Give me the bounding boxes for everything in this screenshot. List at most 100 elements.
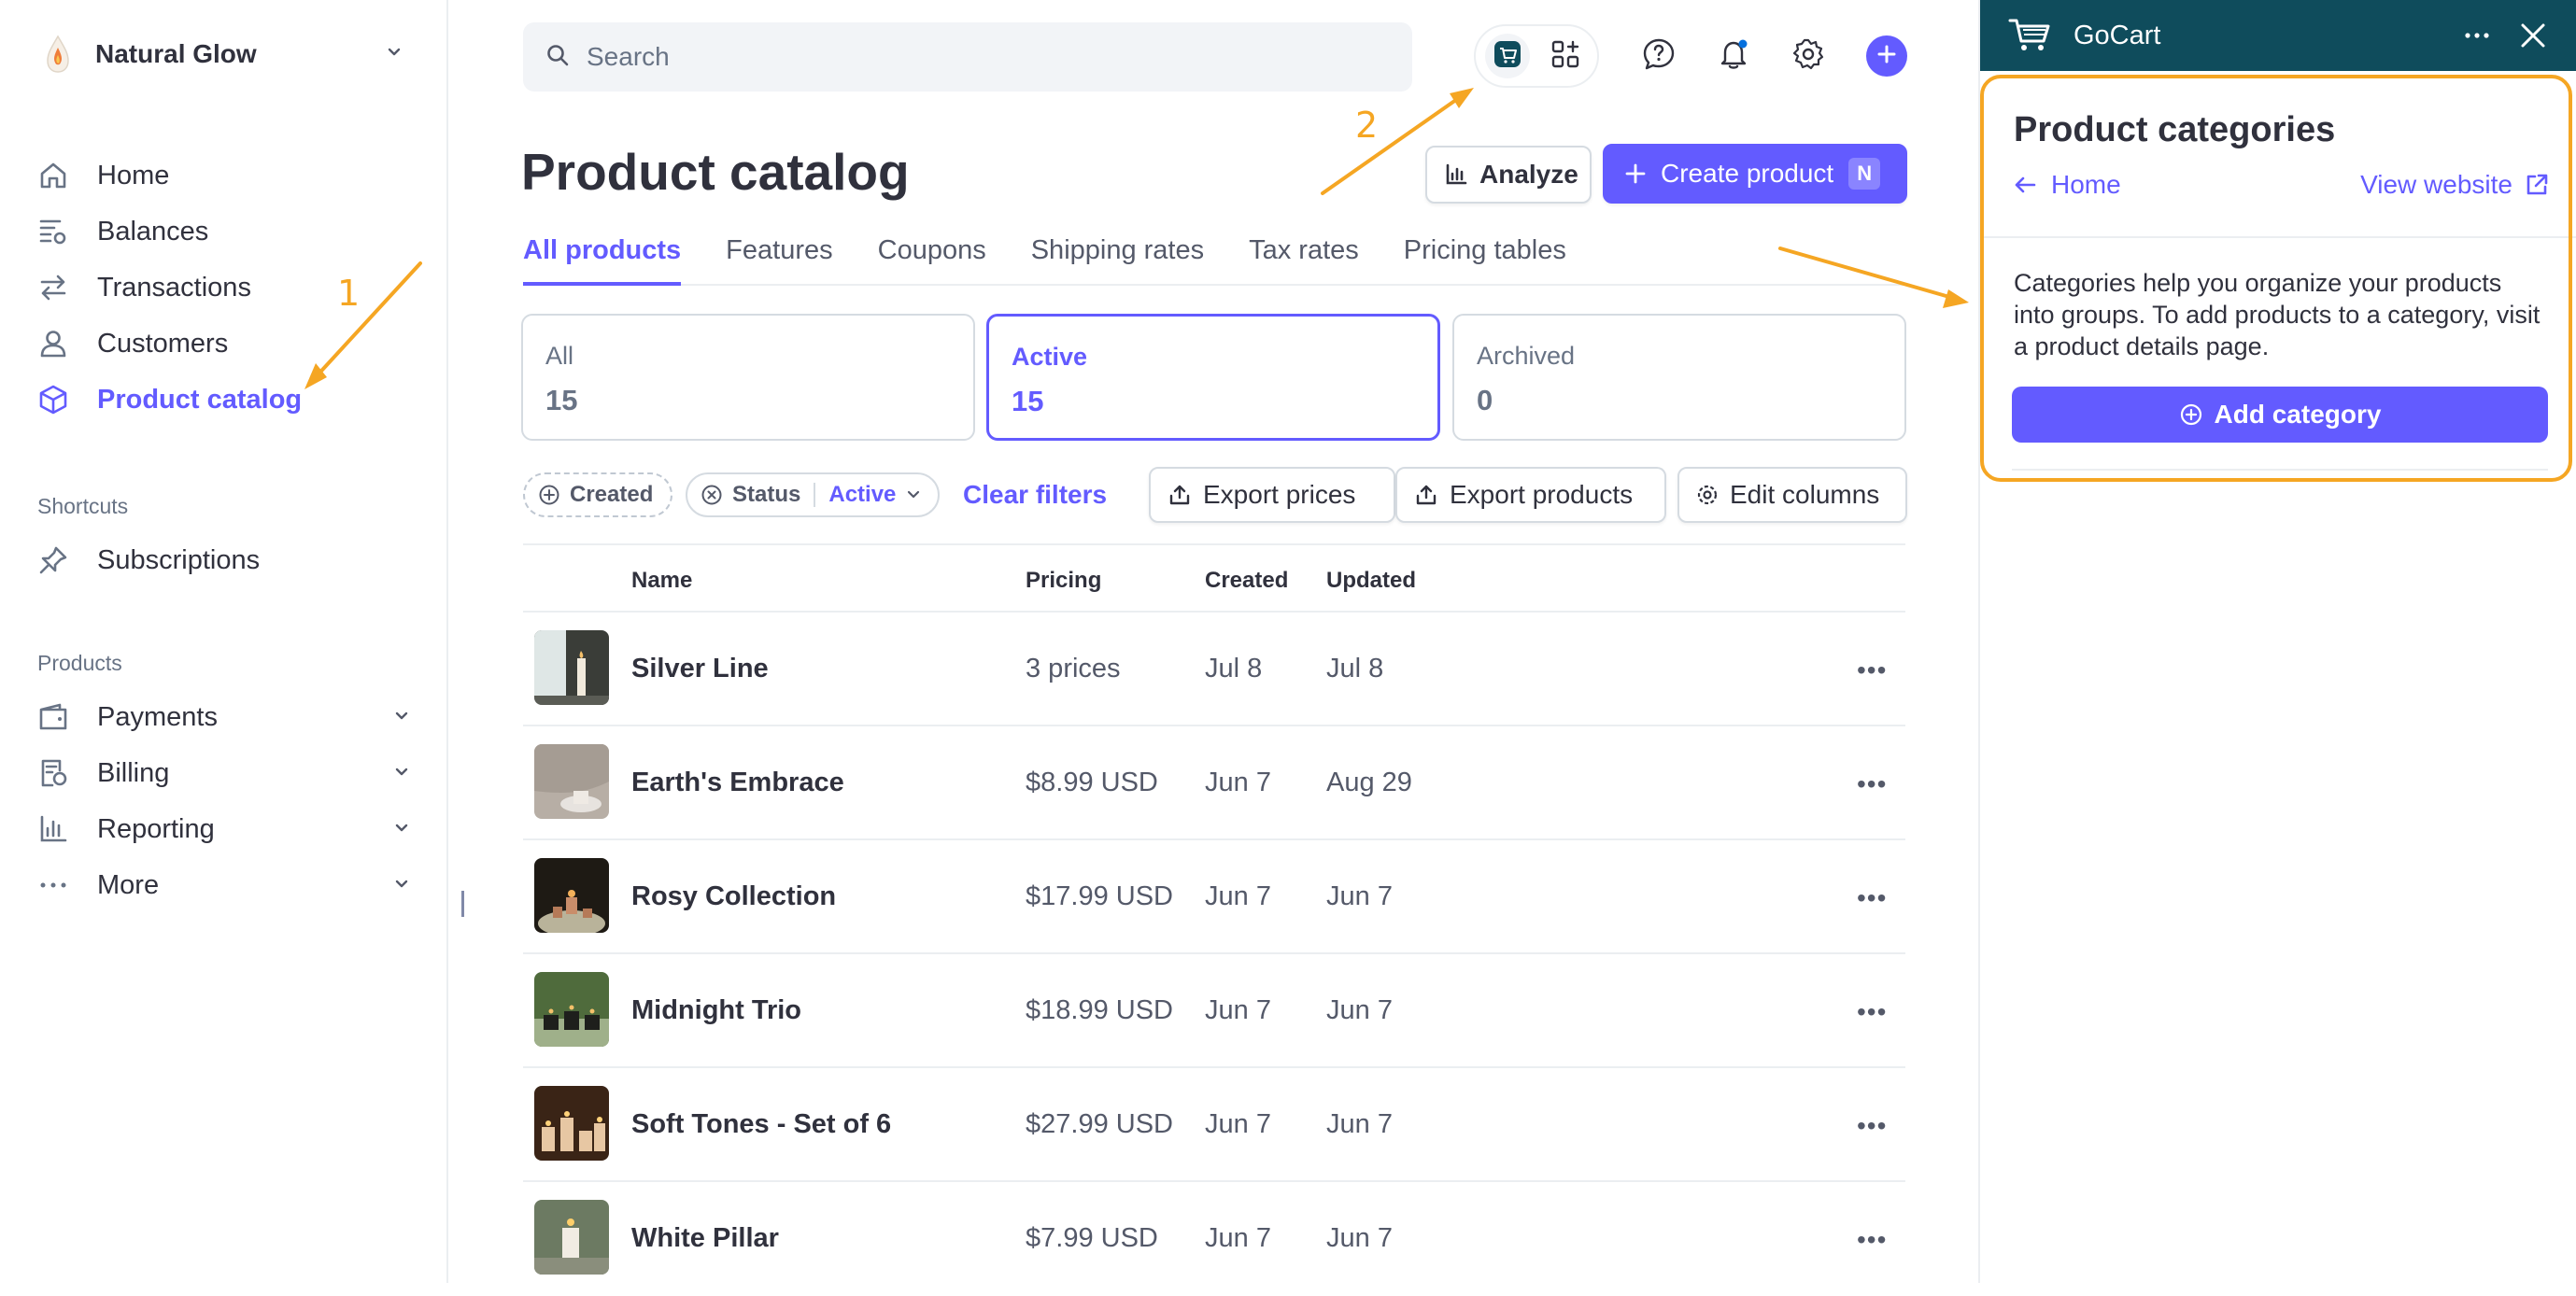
wallet-icon xyxy=(37,697,78,738)
table-row[interactable]: Soft Tones - Set of 6 $27.99 USD Jun 7 J… xyxy=(523,1068,1905,1182)
product-name[interactable]: Soft Tones - Set of 6 xyxy=(631,1109,891,1140)
nav-item-subscriptions[interactable]: Subscriptions xyxy=(37,532,430,588)
nav-label: Home xyxy=(97,160,170,190)
table-row[interactable]: Silver Line 3 prices Jul 8 Jul 8 ••• xyxy=(523,613,1905,726)
product-name[interactable]: Midnight Trio xyxy=(631,995,801,1026)
customers-icon xyxy=(37,323,78,364)
stat-label: All xyxy=(545,342,574,370)
cube-icon xyxy=(37,379,78,420)
product-updated: Jul 8 xyxy=(1326,654,1384,683)
table-row[interactable]: Midnight Trio $18.99 USD Jun 7 Jun 7 ••• xyxy=(523,954,1905,1068)
row-actions-button[interactable]: ••• xyxy=(1857,1111,1887,1141)
tab-tax-rates[interactable]: Tax rates xyxy=(1249,232,1359,286)
nav-item-transactions[interactable]: Transactions xyxy=(37,260,430,316)
settings-button[interactable] xyxy=(1788,35,1829,77)
reporting-icon xyxy=(37,809,78,850)
account-switcher[interactable]: Natural Glow xyxy=(37,34,411,75)
nav-item-billing[interactable]: Billing xyxy=(37,745,430,801)
clear-filters-link[interactable]: Clear filters xyxy=(963,480,1107,510)
product-name[interactable]: Silver Line xyxy=(631,654,769,684)
created-filter-label: Created xyxy=(570,482,654,507)
gear-icon xyxy=(1696,484,1719,506)
product-updated: Jun 7 xyxy=(1326,995,1393,1025)
gear-icon xyxy=(1791,37,1825,76)
sidebar-resize-handle[interactable] xyxy=(461,891,464,917)
create-new-button[interactable] xyxy=(1866,35,1907,77)
stat-card-active[interactable]: Active 15 xyxy=(986,314,1440,441)
stat-card-all[interactable]: All 15 xyxy=(521,314,975,441)
product-updated: Jun 7 xyxy=(1326,881,1393,911)
chevron-down-icon xyxy=(392,702,411,733)
nav-item-payments[interactable]: Payments xyxy=(37,689,430,745)
table-row[interactable]: Rosy Collection $17.99 USD Jun 7 Jun 7 •… xyxy=(523,840,1905,954)
product-updated: Aug 29 xyxy=(1326,768,1412,797)
products-table: Name Pricing Created Updated Silver Line… xyxy=(523,543,1905,1296)
search-input[interactable]: Search xyxy=(523,22,1412,92)
product-thumbnail xyxy=(534,972,609,1047)
status-filter-chip[interactable]: Status Active xyxy=(686,472,940,517)
row-actions-button[interactable]: ••• xyxy=(1857,997,1887,1027)
row-actions-button[interactable]: ••• xyxy=(1857,1225,1887,1255)
transactions-icon xyxy=(37,267,78,308)
chevron-down-icon xyxy=(392,870,411,901)
product-updated: Jun 7 xyxy=(1326,1109,1393,1139)
edit-columns-label: Edit columns xyxy=(1730,480,1880,509)
product-name[interactable]: Rosy Collection xyxy=(631,881,836,912)
cart-app-icon xyxy=(1492,38,1523,75)
export-products-button[interactable]: Export products xyxy=(1395,467,1666,523)
row-actions-button[interactable]: ••• xyxy=(1857,769,1887,799)
product-tabs: All products Features Coupons Shipping r… xyxy=(523,232,1905,286)
table-row[interactable]: White Pillar $7.99 USD Jun 7 Jun 7 ••• xyxy=(523,1182,1905,1296)
tab-features[interactable]: Features xyxy=(726,232,832,286)
status-filter-label: Status xyxy=(732,482,801,507)
create-product-button[interactable]: Create product N xyxy=(1603,144,1907,204)
search-icon xyxy=(545,43,570,72)
annotation-highlight-box xyxy=(1980,75,2572,482)
help-button[interactable] xyxy=(1638,35,1679,77)
product-pricing: $8.99 USD xyxy=(1026,768,1158,797)
keyboard-shortcut: N xyxy=(1848,158,1881,190)
nav-item-reporting[interactable]: Reporting xyxy=(37,801,430,857)
tab-all-products[interactable]: All products xyxy=(523,232,682,286)
product-pricing: 3 prices xyxy=(1026,654,1121,683)
gocart-app-button[interactable] xyxy=(1485,34,1530,78)
notifications-button[interactable] xyxy=(1713,35,1754,77)
tab-pricing-tables[interactable]: Pricing tables xyxy=(1404,232,1566,286)
more-options-icon[interactable] xyxy=(2462,21,2492,50)
nav-item-product-catalog[interactable]: Product catalog xyxy=(37,372,430,428)
analyze-button[interactable]: Analyze xyxy=(1425,146,1592,204)
analyze-label: Analyze xyxy=(1479,160,1578,189)
nav-item-balances[interactable]: Balances xyxy=(37,204,430,260)
export-prices-button[interactable]: Export prices xyxy=(1149,467,1395,523)
brand-logo-icon xyxy=(37,34,78,75)
column-header-created[interactable]: Created xyxy=(1205,568,1288,594)
column-header-pricing[interactable]: Pricing xyxy=(1026,568,1101,594)
stat-card-archived[interactable]: Archived 0 xyxy=(1452,314,1906,441)
row-actions-button[interactable]: ••• xyxy=(1857,655,1887,685)
panel-header: GoCart xyxy=(1980,0,2576,71)
row-actions-button[interactable]: ••• xyxy=(1857,883,1887,913)
nav-item-more[interactable]: More xyxy=(37,857,430,913)
close-icon[interactable] xyxy=(2518,21,2548,50)
nav-item-home[interactable]: Home xyxy=(37,148,430,204)
product-name[interactable]: White Pillar xyxy=(631,1223,779,1254)
nav-label: Customers xyxy=(97,328,229,359)
table-row[interactable]: Earth's Embrace $8.99 USD Jun 7 Aug 29 •… xyxy=(523,726,1905,840)
column-header-name[interactable]: Name xyxy=(631,568,692,594)
column-header-updated[interactable]: Updated xyxy=(1326,568,1416,594)
apps-button[interactable] xyxy=(1543,34,1588,78)
remove-circle-icon xyxy=(701,484,723,506)
nav-item-customers[interactable]: Customers xyxy=(37,316,430,372)
cart-icon xyxy=(2008,17,2053,54)
created-filter-chip[interactable]: Created xyxy=(523,472,672,517)
more-icon xyxy=(37,865,78,906)
tab-coupons[interactable]: Coupons xyxy=(878,232,986,286)
product-name[interactable]: Earth's Embrace xyxy=(631,768,844,798)
edit-columns-button[interactable]: Edit columns xyxy=(1677,467,1907,523)
home-icon xyxy=(37,155,78,196)
chevron-down-icon xyxy=(392,814,411,845)
bell-icon xyxy=(1717,37,1750,76)
billing-icon xyxy=(37,753,78,794)
tab-shipping-rates[interactable]: Shipping rates xyxy=(1031,232,1204,286)
app-switcher xyxy=(1474,24,1599,88)
